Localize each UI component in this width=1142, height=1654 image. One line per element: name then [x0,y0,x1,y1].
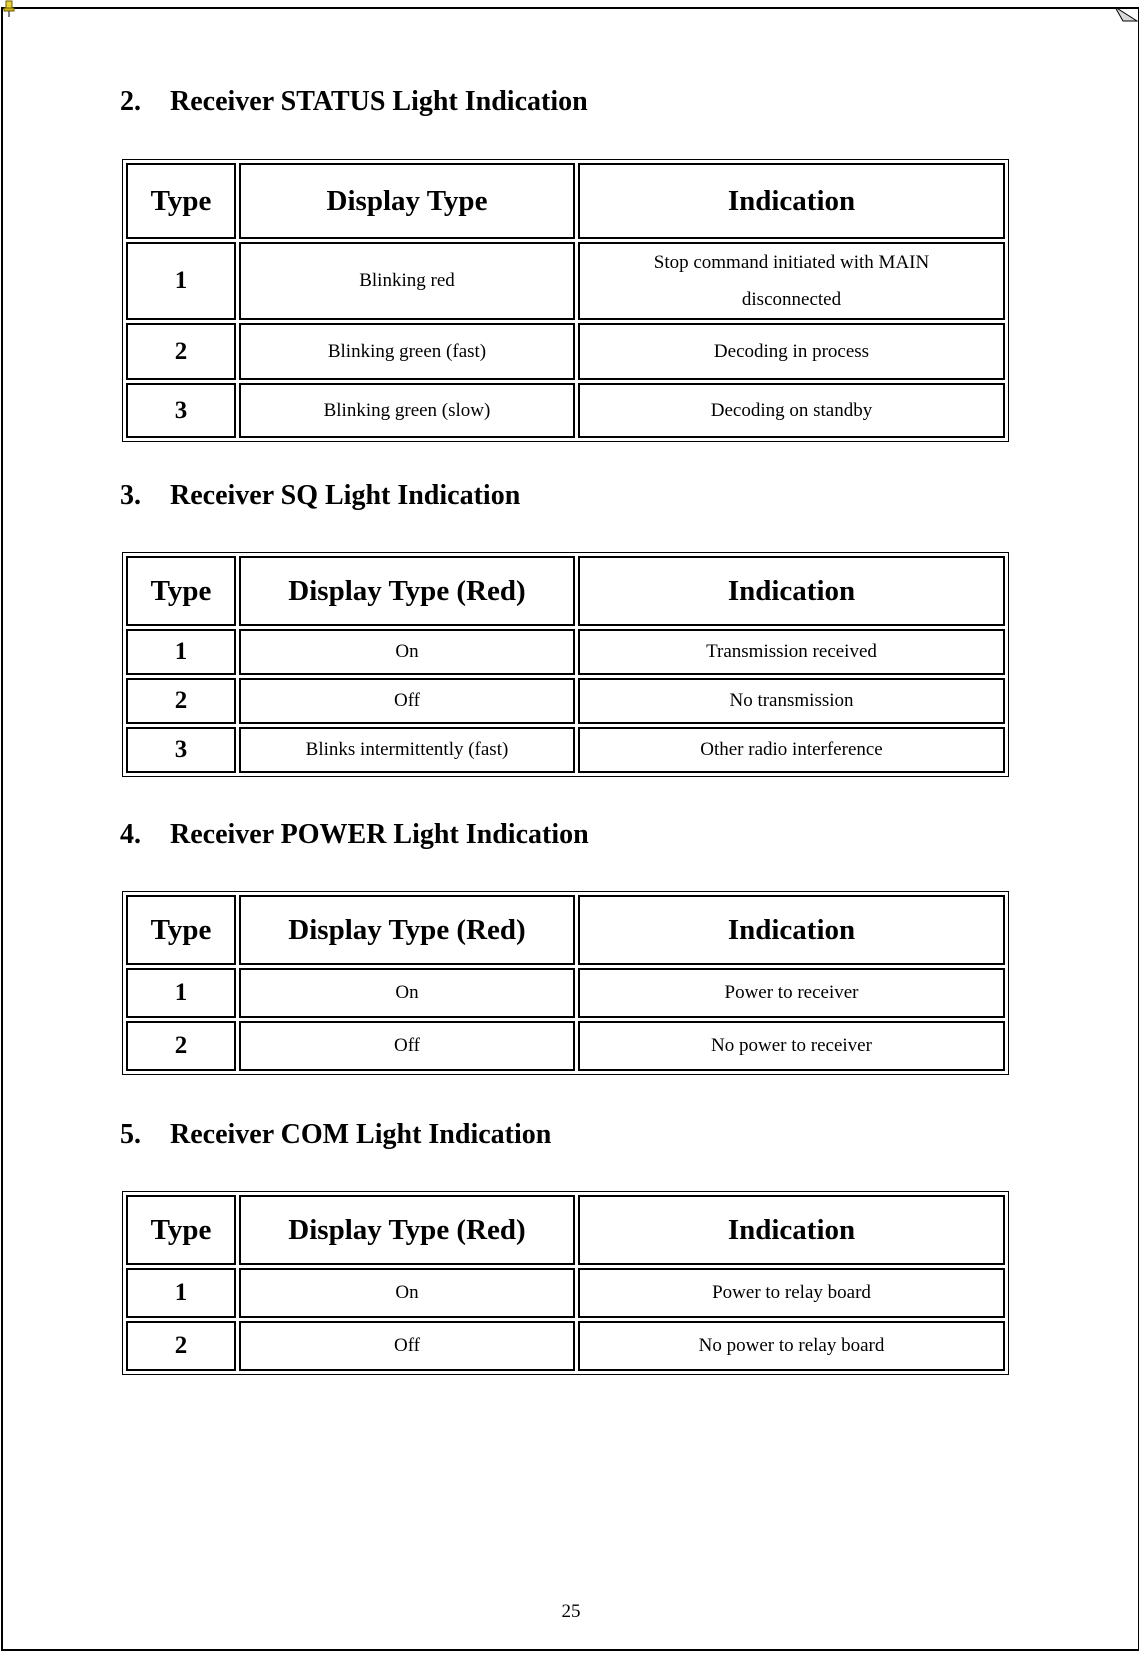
com-light-table: Type Display Type (Red) Indication 1 On … [122,1191,1009,1375]
type-cell: 1 [126,1268,236,1318]
column-header: Display Type [239,163,575,239]
indication-cell: Power to receiver [578,968,1005,1018]
type-cell: 3 [126,727,236,773]
display-type-cell: Blinking red [239,242,575,320]
section-heading-com: 5. Receiver COM Light Indication [120,1119,551,1151]
display-type-cell: On [239,968,575,1018]
table-row: 2 Off No power to relay board [126,1321,1005,1371]
section-heading-power: 4. Receiver POWER Light Indication [120,819,589,851]
indication-cell: Stop command initiated with MAIN disconn… [578,242,1005,320]
table-row: 3 Blinking green (slow) Decoding on stan… [126,383,1005,438]
column-header: Display Type (Red) [239,1195,575,1265]
indication-text: Stop command initiated with MAIN disconn… [653,252,930,310]
display-type-cell: Off [239,1321,575,1371]
column-header: Display Type (Red) [239,556,575,626]
display-type-cell: Off [239,1021,575,1071]
table-header-row: Type Display Type (Red) Indication [126,1195,1005,1265]
page-number: 25 [561,1601,581,1622]
table-row: 1 Blinking red Stop command initiated wi… [126,242,1005,320]
type-cell: 1 [126,968,236,1018]
section-number: 2. [120,86,141,117]
column-header: Display Type (Red) [239,895,575,965]
table-header-row: Type Display Type Indication [126,163,1005,239]
section-title: Receiver SQ Light Indication [170,480,521,511]
power-light-table: Type Display Type (Red) Indication 1 On … [122,891,1009,1075]
display-type-cell: Blinks intermittently (fast) [239,727,575,773]
section-heading-status: 2. Receiver STATUS Light Indication [120,86,588,118]
table-row: 2 Off No power to receiver [126,1021,1005,1071]
display-type-cell: Off [239,678,575,724]
indication-cell: Power to relay board [578,1268,1005,1318]
section-number: 5. [120,1119,141,1150]
table-row: 1 On Power to relay board [126,1268,1005,1318]
status-light-table: Type Display Type Indication 1 Blinking … [122,159,1009,442]
type-cell: 2 [126,1321,236,1371]
display-type-cell: Blinking green (slow) [239,383,575,438]
column-header: Type [126,163,236,239]
column-header: Type [126,556,236,626]
display-type-cell: On [239,629,575,675]
table-row: 1 On Transmission received [126,629,1005,675]
sq-light-table: Type Display Type (Red) Indication 1 On … [122,552,1009,777]
table-row: 1 On Power to receiver [126,968,1005,1018]
type-cell: 1 [126,242,236,320]
table-row: 2 Off No transmission [126,678,1005,724]
indication-cell: Transmission received [578,629,1005,675]
indication-cell: Other radio interference [578,727,1005,773]
column-header: Indication [578,895,1005,965]
type-cell: 2 [126,678,236,724]
section-title: Receiver STATUS Light Indication [170,86,588,117]
column-header: Type [126,1195,236,1265]
type-cell: 1 [126,629,236,675]
column-header: Indication [578,556,1005,626]
indication-cell: Decoding on standby [578,383,1005,438]
column-header: Indication [578,1195,1005,1265]
section-title: Receiver COM Light Indication [170,1119,552,1150]
table-header-row: Type Display Type (Red) Indication [126,895,1005,965]
indication-cell: Decoding in process [578,323,1005,380]
column-header: Indication [578,163,1005,239]
table-row: 3 Blinks intermittently (fast) Other rad… [126,727,1005,773]
column-header: Type [126,895,236,965]
type-cell: 2 [126,1021,236,1071]
table-header-row: Type Display Type (Red) Indication [126,556,1005,626]
display-type-cell: On [239,1268,575,1318]
section-number: 4. [120,819,141,850]
pushpin-icon[interactable] [2,0,16,23]
type-cell: 2 [126,323,236,380]
display-type-cell: Blinking green (fast) [239,323,575,380]
indication-cell: No transmission [578,678,1005,724]
section-heading-sq: 3. Receiver SQ Light Indication [120,480,520,512]
indication-cell: No power to receiver [578,1021,1005,1071]
table-row: 2 Blinking green (fast) Decoding in proc… [126,323,1005,380]
section-number: 3. [120,480,141,511]
section-title: Receiver POWER Light Indication [170,819,589,850]
indication-cell: No power to relay board [578,1321,1005,1371]
type-cell: 3 [126,383,236,438]
